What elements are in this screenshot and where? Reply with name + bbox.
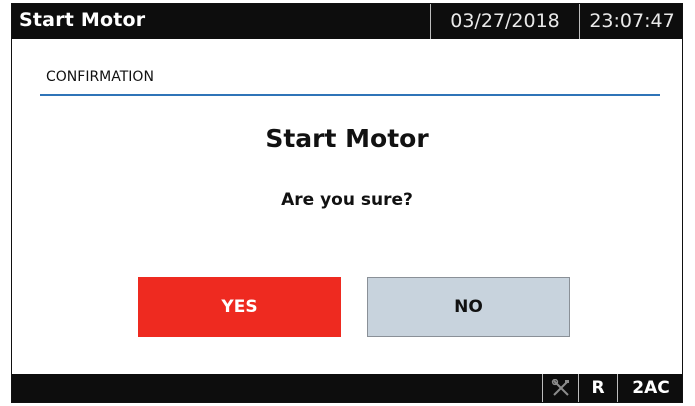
mode-indicator: R [578,374,617,402]
no-button-label: NO [454,297,483,317]
tools-button[interactable] [542,374,578,402]
dialog-question: Are you sure? [281,190,413,210]
access-level-indicator: 2AC [617,374,684,402]
section-label: CONFIRMATION [46,69,154,85]
wrench-screwdriver-icon [543,379,578,397]
yes-button-label: YES [221,297,258,317]
date-display: 03/27/2018 [430,4,579,39]
time-display: 23:07:47 [579,4,684,39]
header-bar: Start Motor 03/27/2018 23:07:47 [12,4,682,39]
screen-title: Start Motor [19,9,146,31]
dialog-title: Start Motor [265,124,429,153]
yes-button[interactable]: YES [138,277,341,337]
footer-bar: R 2AC [12,374,682,402]
section-divider [40,94,660,96]
no-button[interactable]: NO [367,277,570,337]
hmi-screen: Start Motor 03/27/2018 23:07:47 CONFIRMA… [11,3,683,403]
